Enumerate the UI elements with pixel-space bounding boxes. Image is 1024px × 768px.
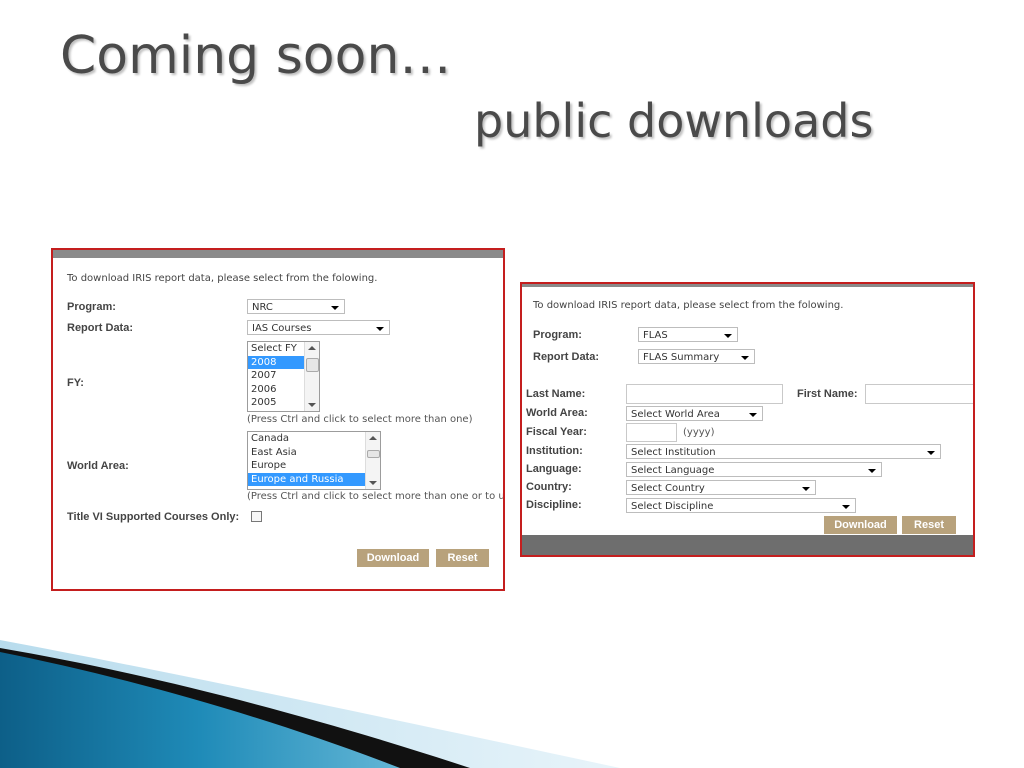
decorative-swoosh bbox=[0, 640, 620, 768]
